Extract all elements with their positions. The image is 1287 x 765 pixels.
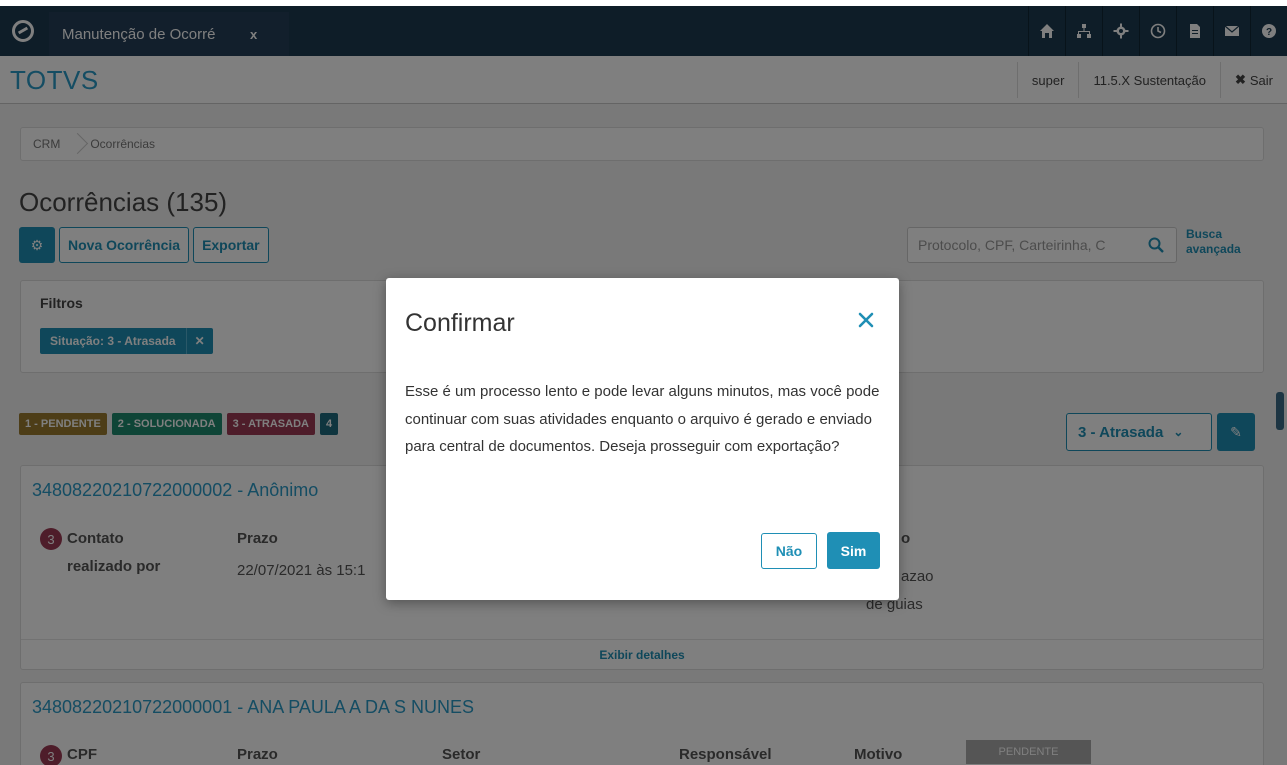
no-button[interactable]: Não xyxy=(761,533,817,569)
yes-button[interactable]: Sim xyxy=(827,532,880,569)
close-icon[interactable] xyxy=(856,310,876,330)
top-border-strip xyxy=(0,0,1287,6)
dialog-title: Confirmar xyxy=(405,309,515,337)
confirm-dialog: Confirmar Esse é um processo lento e pod… xyxy=(386,278,899,600)
dialog-message: Esse é um processo lento e pode levar al… xyxy=(405,383,880,455)
